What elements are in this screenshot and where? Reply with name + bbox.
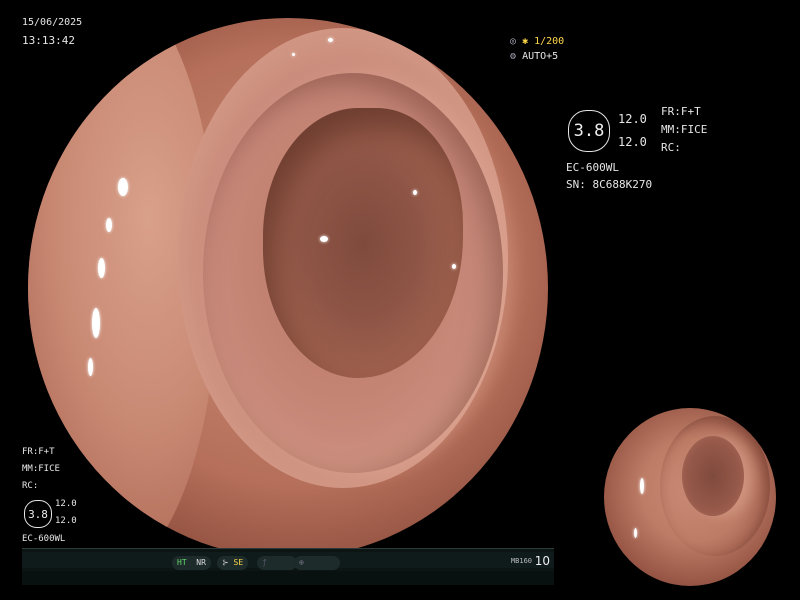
zoom-badge-left: 3.8 xyxy=(24,500,52,528)
rc-label: RC: xyxy=(661,141,681,154)
record-indicator: ⊕ xyxy=(294,556,340,570)
ht-label: HT xyxy=(177,558,187,567)
frame-number: 10 xyxy=(534,554,550,568)
setting-value-2: 12.0 xyxy=(618,135,647,149)
specular-highlight xyxy=(118,178,128,196)
iris-icon: ⚙ xyxy=(510,51,517,62)
endoscope-main-view xyxy=(28,18,548,558)
specular-highlight xyxy=(64,433,68,439)
pen-indicator: ƒ xyxy=(257,556,297,570)
shutter-icon: ◎ xyxy=(510,36,517,47)
serial-number: SN: 8C688K270 xyxy=(566,178,653,191)
specular-highlight xyxy=(98,258,105,278)
mm-label-left: MM:FICE xyxy=(22,464,60,474)
status-bar-lower xyxy=(22,571,554,585)
zoom-badge: 3.8 xyxy=(568,110,610,152)
setting-value-1: 12.0 xyxy=(618,112,647,126)
specular-highlight xyxy=(320,236,328,242)
pen-icon: ƒ xyxy=(262,558,267,567)
fr-label: FR:F+T xyxy=(661,105,701,118)
specular-highlight xyxy=(292,53,295,56)
specular-highlight xyxy=(634,528,637,538)
shutter-row: ◎ ✱ 1/200 xyxy=(510,36,564,48)
pip-endoscope-view xyxy=(604,408,776,586)
nr-label: NR xyxy=(196,558,206,567)
setting-value-1-left: 12.0 xyxy=(55,499,77,509)
specular-highlight xyxy=(328,38,333,42)
se-indicator: ⊱ SE xyxy=(217,556,249,570)
scope-model-left: EC-600WL xyxy=(22,534,66,544)
setting-value-2-left: 12.0 xyxy=(55,516,77,526)
zoom-value: 3.8 xyxy=(573,121,605,141)
specular-highlight xyxy=(452,264,456,269)
pip-lumen xyxy=(682,436,744,516)
specular-highlight xyxy=(640,478,644,494)
zoom-value-left: 3.8 xyxy=(28,507,48,521)
iris-mode: AUTO+5 xyxy=(522,51,559,62)
shutter-speed: ✱ 1/200 xyxy=(522,36,565,47)
se-label: SE xyxy=(233,558,244,567)
record-icon: ⊕ xyxy=(299,558,304,567)
specular-highlight xyxy=(106,218,112,232)
specular-highlight xyxy=(413,190,417,195)
rc-label-left: RC: xyxy=(22,481,39,491)
processor-model: MB160 xyxy=(510,557,532,565)
mm-label: MM:FICE xyxy=(661,123,708,136)
se-icon: ⊱ xyxy=(222,558,229,567)
specular-highlight xyxy=(92,308,100,338)
specular-highlight xyxy=(88,358,93,376)
status-bar: HT NR ⊱ SE ƒ ⊕ MB160 10 xyxy=(22,548,554,585)
iris-row: ⚙ AUTO+5 xyxy=(510,51,558,63)
ht-nr-indicator: HT NR xyxy=(172,556,211,570)
scope-model: EC-600WL xyxy=(566,161,619,174)
status-row: HT NR ⊱ SE ƒ ⊕ MB160 10 xyxy=(22,552,554,570)
fr-label-left: FR:F+T xyxy=(22,447,55,457)
